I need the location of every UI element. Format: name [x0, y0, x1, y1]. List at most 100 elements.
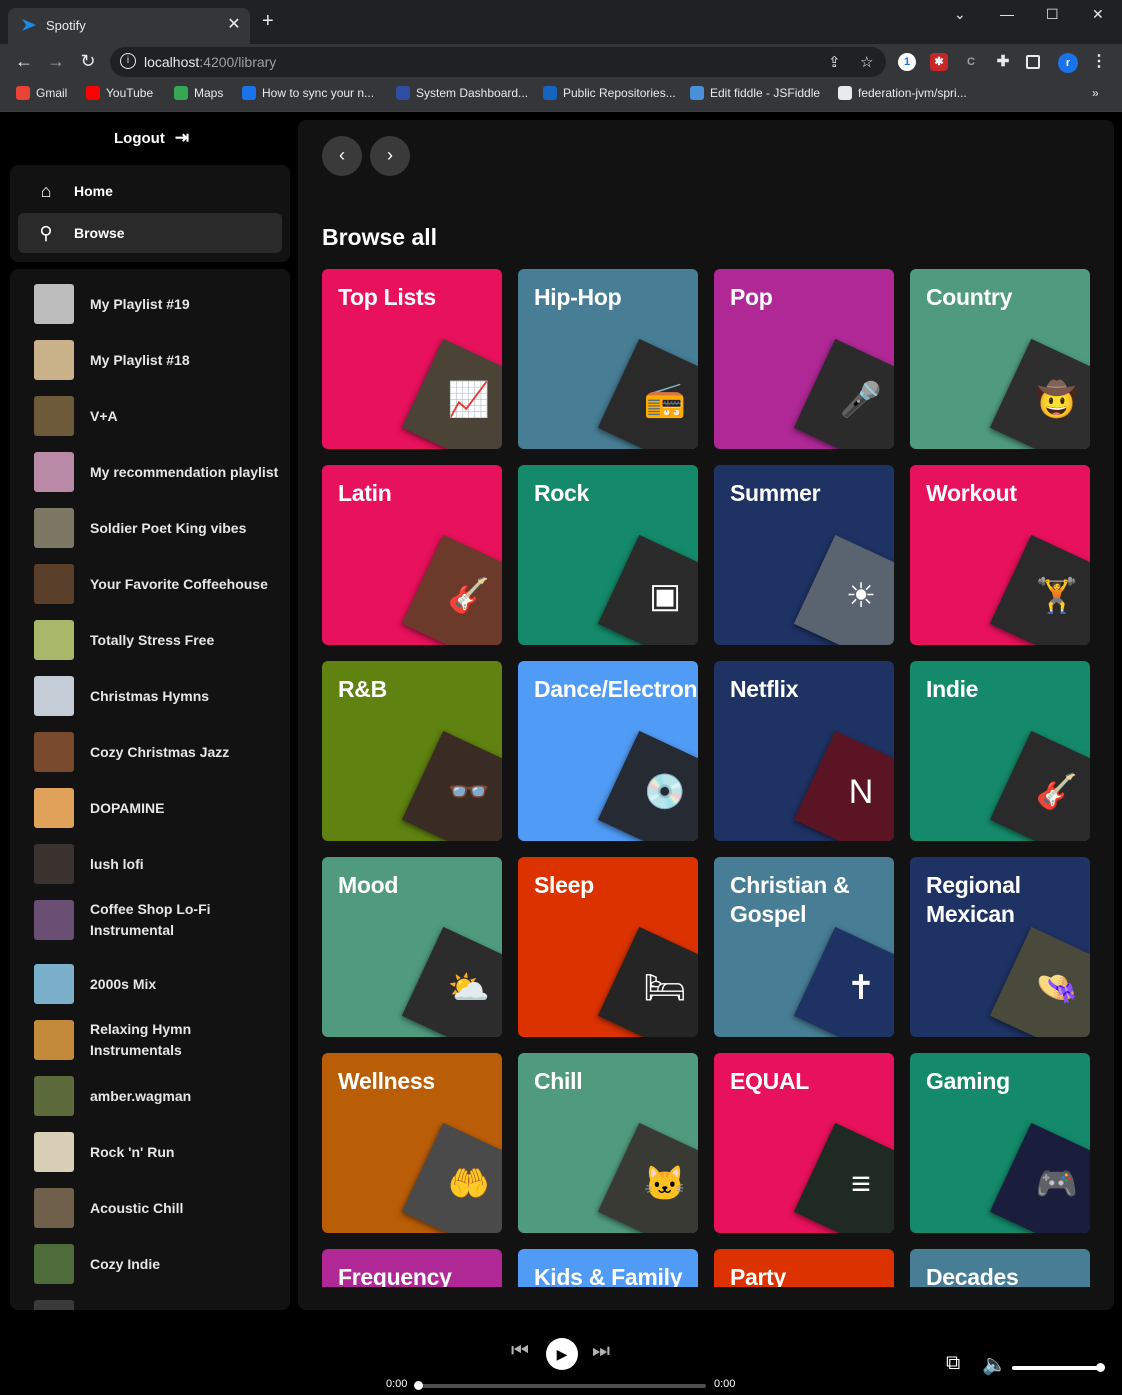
category-card[interactable]: Summer ☀ [714, 465, 894, 645]
category-card[interactable]: Netflix N [714, 661, 894, 841]
volume-knob[interactable] [1096, 1363, 1105, 1372]
category-card[interactable]: Chill 🐱 [518, 1053, 698, 1233]
bookmark-item[interactable]: federation-jvm/spri... [838, 86, 967, 100]
sombrero-icon: 👒 [1035, 969, 1079, 1007]
category-card[interactable]: Latin 🎸 [322, 465, 502, 645]
seek-knob[interactable] [414, 1381, 423, 1390]
playlist-item[interactable]: Cozy Indie [34, 1244, 284, 1284]
category-card[interactable]: Regional Mexican 👒 [910, 857, 1090, 1037]
password-manager-icon[interactable]: 1 [898, 53, 916, 71]
category-card[interactable]: Frequency [322, 1249, 502, 1287]
playlist-cover [34, 1300, 74, 1310]
history-back-button[interactable]: ‹ [322, 136, 362, 176]
bookmark-item[interactable]: How to sync your n... [242, 86, 374, 100]
category-card[interactable]: Gaming 🎮 [910, 1053, 1090, 1233]
category-name: Mood [338, 872, 399, 898]
seek-bar[interactable] [414, 1381, 706, 1390]
playlist-item[interactable]: My Playlist #19 [34, 284, 284, 324]
playlist-item[interactable]: Totally Stress Free [34, 620, 284, 660]
minimize-icon[interactable]: — [1000, 6, 1014, 22]
category-card[interactable]: Country 🤠 [910, 269, 1090, 449]
previous-track-icon[interactable]: ⏮ [511, 1340, 529, 1363]
category-name: Pop [730, 284, 773, 310]
category-card[interactable]: Hip-Hop 📻 [518, 269, 698, 449]
category-card[interactable]: Kids & Family [518, 1249, 698, 1287]
site-info-icon[interactable]: i [120, 53, 136, 69]
category-card[interactable]: Rock ▣ [518, 465, 698, 645]
category-card[interactable]: Workout 🏋 [910, 465, 1090, 645]
close-tab-icon[interactable]: ✕ [224, 14, 244, 34]
playlist-cover [34, 452, 74, 492]
category-card[interactable]: Mood ⛅ [322, 857, 502, 1037]
logout-button[interactable]: Logout ⇥ [114, 128, 189, 148]
playlist-cover [34, 964, 74, 1004]
side-panel-icon[interactable] [1026, 55, 1040, 69]
bookmark-item[interactable]: Maps [174, 86, 223, 100]
playlist-item[interactable]: My Playlist #18 [34, 340, 284, 380]
bookmark-item[interactable]: Gmail [16, 86, 67, 100]
new-tab-icon[interactable]: + [262, 11, 274, 31]
share-icon[interactable]: ⇪ [828, 53, 841, 71]
play-button[interactable]: ▶ [546, 1338, 578, 1370]
bookmark-favicon-icon [16, 86, 30, 100]
browser-menu-icon[interactable]: ⋮ [1090, 53, 1108, 71]
category-card[interactable]: Pop 🎤 [714, 269, 894, 449]
playlist-item[interactable]: Relaxing Hymn Instrumentals [34, 1020, 284, 1060]
extension-c-icon[interactable]: C [962, 53, 980, 71]
window-close-icon[interactable]: ✕ [1092, 6, 1104, 23]
bookmark-item[interactable]: Public Repositories... [543, 86, 676, 100]
reload-icon[interactable]: ↻ [76, 50, 100, 74]
category-card[interactable]: Indie 🎸 [910, 661, 1090, 841]
playlist-item[interactable]: V+A [34, 396, 284, 436]
browser-tab[interactable]: Spotify ✕ [8, 8, 250, 44]
category-card[interactable]: Party [714, 1249, 894, 1287]
address-bar[interactable]: i localhost:4200/library ⇪ ☆ [110, 47, 886, 77]
bookmark-item[interactable]: YouTube [86, 86, 153, 100]
back-icon[interactable]: ← [12, 50, 36, 74]
category-card[interactable]: Top Lists 📈 [322, 269, 502, 449]
more-bookmarks-icon[interactable]: » [1092, 86, 1099, 100]
category-card[interactable]: Wellness 🤲 [322, 1053, 502, 1233]
extensions-puzzle-icon[interactable]: ✚ [994, 53, 1012, 71]
amplifier-icon: ▣ [648, 577, 682, 615]
next-track-icon[interactable]: ⏭ [592, 1340, 610, 1363]
nav-browse[interactable]: ⚲ Browse [18, 213, 282, 253]
playlist-item[interactable]: Acoustic Chill [34, 1188, 284, 1228]
playlist-item[interactable]: Soldier Poet King vibes [34, 508, 284, 548]
playlist-item[interactable]: Christmas Hymns [34, 676, 284, 716]
playlist-item[interactable]: Rock 'n' Run [34, 1132, 284, 1172]
playlist-name: V+A [90, 407, 118, 424]
maximize-icon[interactable]: ☐ [1046, 6, 1059, 23]
playlist-item[interactable]: 2000s Mix [34, 964, 284, 1004]
url-text[interactable]: localhost:4200/library [144, 54, 276, 70]
bookmark-star-icon[interactable]: ☆ [860, 53, 873, 71]
category-card[interactable]: Decades [910, 1249, 1090, 1287]
category-card[interactable]: Sleep 🛏 [518, 857, 698, 1037]
playlist-item[interactable]: amber.wagman [34, 1076, 284, 1116]
playlist-cover [34, 1020, 74, 1060]
bookmark-item[interactable]: Edit fiddle - JSFiddle [690, 86, 820, 100]
tab-search-icon[interactable]: ⌄ [954, 6, 966, 23]
playlist-item[interactable]: Christian Instrumental Chill [34, 1300, 284, 1310]
devices-icon[interactable]: ⧉ [946, 1352, 960, 1375]
category-card[interactable]: EQUAL ≡ [714, 1053, 894, 1233]
playlist-item[interactable]: Your Favorite Coffeehouse [34, 564, 284, 604]
forward-icon[interactable]: → [44, 50, 68, 74]
volume-slider[interactable] [1012, 1363, 1105, 1372]
playlist-item[interactable]: My recommendation playlist [34, 452, 284, 492]
playlist-item[interactable]: Cozy Christmas Jazz [34, 732, 284, 772]
playlist-item[interactable]: DOPAMINE [34, 788, 284, 828]
bookmark-item[interactable]: System Dashboard... [396, 86, 528, 100]
history-forward-button[interactable]: › [370, 136, 410, 176]
category-card[interactable]: Christian & Gospel ✝ [714, 857, 894, 1037]
bookmark-favicon-icon [396, 86, 410, 100]
category-card[interactable]: R&B 👓 [322, 661, 502, 841]
extension-red-icon[interactable]: ✱ [930, 53, 948, 71]
playlist-item[interactable]: lush lofi [34, 844, 284, 884]
nav-home[interactable]: ⌂ Home [18, 171, 282, 211]
bookmark-label: System Dashboard... [416, 86, 529, 100]
category-card[interactable]: Dance/Electronic 💿 [518, 661, 698, 841]
playlist-item[interactable]: Coffee Shop Lo-Fi Instrumental [34, 900, 284, 940]
volume-icon[interactable]: 🔈 [982, 1352, 1007, 1377]
profile-avatar[interactable]: r [1058, 53, 1078, 73]
